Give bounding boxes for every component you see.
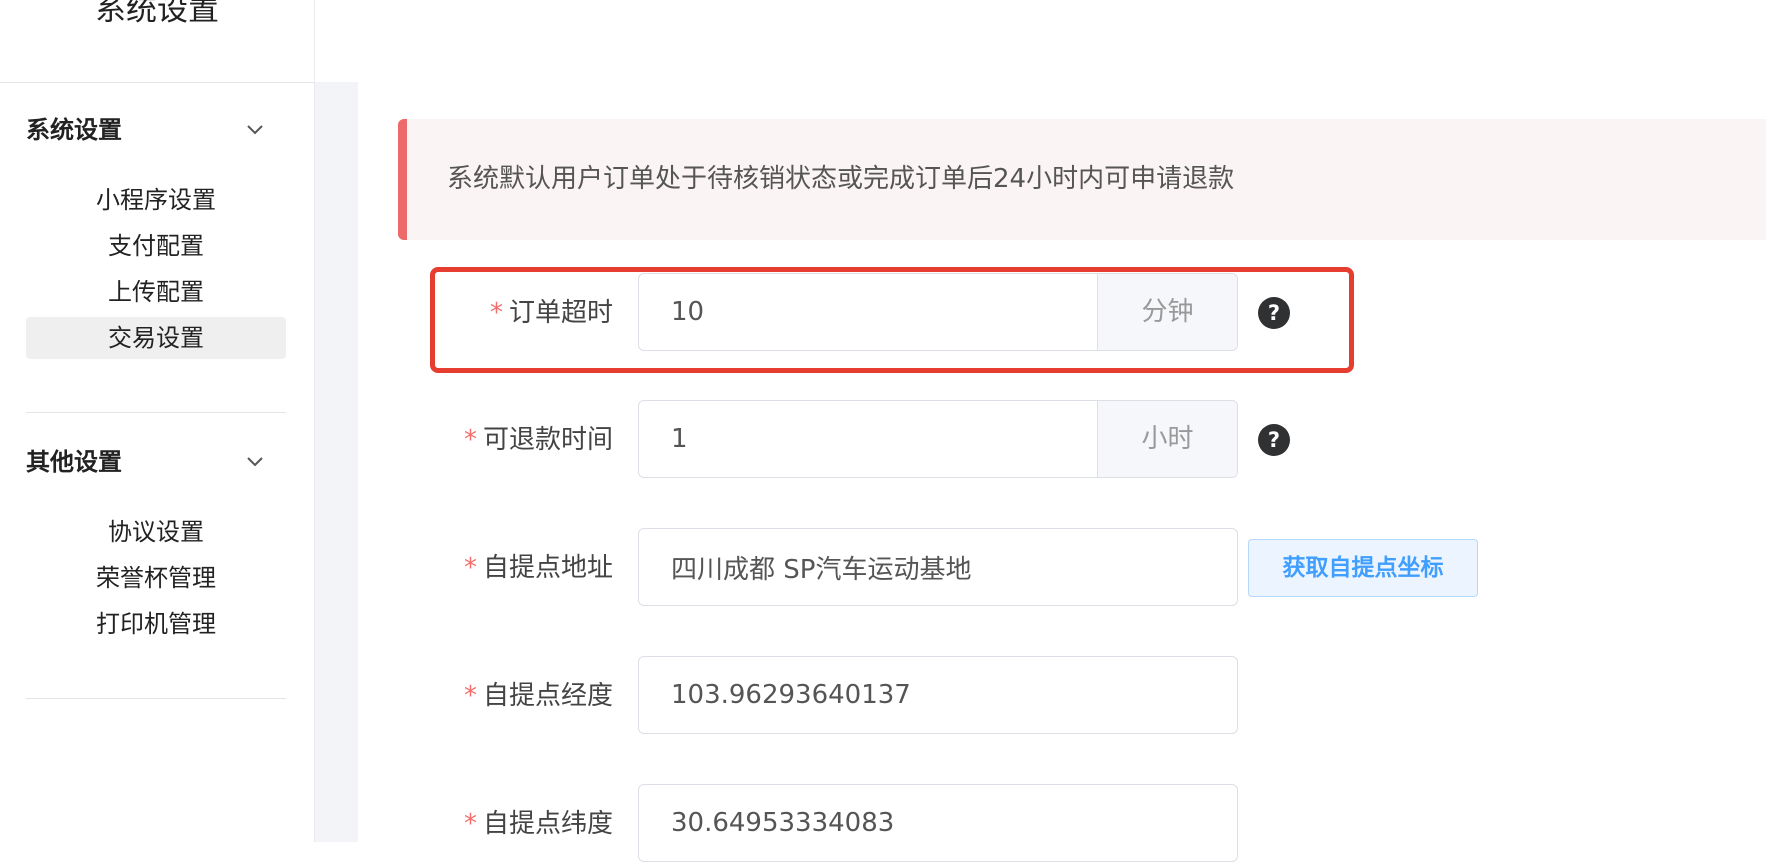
question-circle-icon[interactable]: ? (1258, 297, 1290, 329)
svg-text:?: ? (1268, 428, 1280, 452)
order-timeout-input[interactable] (639, 274, 1099, 350)
form-label: * 可退款时间 (464, 400, 613, 480)
get-pickup-coordinates-button[interactable]: 获取自提点坐标 (1248, 539, 1478, 597)
menu-group-label: 系统设置 (26, 116, 122, 144)
order-timeout-label: 订单超时 (508, 298, 613, 328)
menu-item-payment-config[interactable]: 支付配置 (26, 225, 286, 267)
alert-text: 系统默认用户订单处于待核销状态或完成订单后24小时内可申请退款 (447, 164, 1235, 194)
form-row-pickup-address: *自提点地址 获取自提点坐标 (0, 528, 1766, 608)
pickup-longitude-input[interactable] (639, 657, 1237, 733)
pickup-address-label: 自提点地址 (482, 553, 613, 583)
form-label: * 自提点纬度 (464, 784, 613, 864)
pickup-longitude-label: 自提点经度 (482, 681, 613, 711)
divider (0, 82, 314, 83)
menu-group-system-settings[interactable]: 系统设置 (26, 110, 286, 150)
form-label: * 自提点地址 (464, 528, 613, 608)
question-circle-icon[interactable]: ? (1258, 424, 1290, 456)
form-row-pickup-latitude: * 自提点纬度 (0, 784, 1766, 864)
order-timeout-input-group: 分钟 (638, 273, 1238, 351)
sidebar-title: 系统设置 (95, 0, 219, 28)
required-mark: * (463, 553, 477, 583)
required-mark: * (463, 681, 477, 711)
form-row-pickup-longitude: * 自提点经度 (0, 656, 1766, 736)
form-label: * 自提点经度 (464, 656, 613, 736)
svg-text:?: ? (1268, 301, 1280, 325)
order-timeout-suffix: 分钟 (1097, 274, 1237, 350)
chevron-down-icon (247, 125, 263, 135)
refund-time-input-group: 小时 (638, 400, 1238, 478)
menu-item-printer-management[interactable]: 打印机管理 (26, 603, 286, 645)
form-label: * 订单超时 (490, 273, 613, 353)
required-mark: * (463, 425, 477, 455)
required-mark: * (463, 809, 477, 839)
pickup-latitude-input[interactable] (639, 785, 1237, 861)
refund-info-alert: 系统默认用户订单处于待核销状态或完成订单后24小时内可申请退款 (398, 119, 1766, 240)
pickup-latitude-input-group (638, 784, 1238, 862)
pickup-longitude-input-group (638, 656, 1238, 734)
pickup-latitude-label: 自提点纬度 (482, 809, 613, 839)
form-row-refund-time: *可退款时间 小时 ? (0, 400, 1766, 480)
required-mark: * (489, 298, 503, 328)
pickup-address-input[interactable] (639, 529, 1237, 605)
refund-time-suffix: 小时 (1097, 401, 1237, 477)
menu-item-miniprogram-settings[interactable]: 小程序设置 (26, 179, 286, 221)
refund-time-input[interactable] (639, 401, 1099, 477)
pickup-address-input-group (638, 528, 1238, 606)
refund-time-label: 可退款时间 (482, 425, 613, 455)
form-row-order-timeout: *订单超时 分钟 ? (0, 273, 1766, 353)
